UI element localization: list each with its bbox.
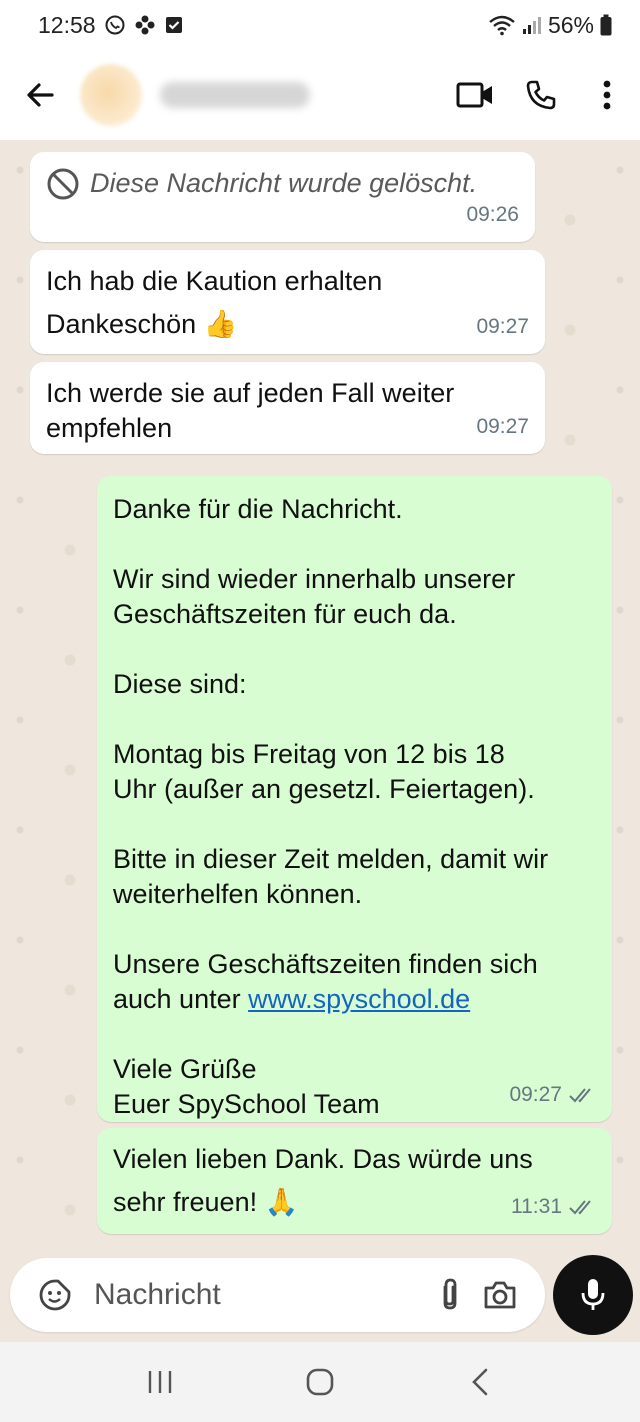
status-time: 12:58 (38, 11, 96, 38)
nav-back-icon (472, 1368, 488, 1396)
message-line: Dankeschön 👍 (46, 309, 238, 339)
double-check-read-icon (569, 1199, 591, 1214)
nav-back-button[interactable] (440, 1342, 520, 1422)
message-time: 09:27 (509, 1077, 596, 1112)
video-call-icon (456, 82, 492, 108)
message-time: 09:27 (476, 315, 529, 338)
battery-percent: 56% (547, 11, 594, 38)
deleted-message-text: Diese Nachricht wurde gelöscht. (90, 168, 478, 198)
message-time: 09:26 (466, 203, 519, 226)
phone-icon (526, 80, 556, 110)
message-line: Ich werde sie auf jeden Fall weiter (46, 378, 455, 408)
voice-call-button[interactable] (508, 50, 574, 140)
video-call-button[interactable] (442, 50, 508, 140)
contact-name-blurred[interactable] (160, 82, 310, 108)
message-line: Montag bis Freitag von 12 bis 18 (113, 739, 505, 769)
status-bar: 12:58 56% (0, 0, 640, 50)
message-incoming[interactable]: Ich hab die Kaution erhalten Dankeschön … (30, 250, 545, 354)
message-line: Ich hab die Kaution erhalten (46, 266, 383, 296)
message-line: Danke für die Nachricht. (113, 494, 403, 524)
message-line-with-link: auch unter www.spyschool.de (113, 982, 596, 1017)
message-incoming-deleted[interactable]: Diese Nachricht wurde gelöscht. 09:26 (30, 152, 535, 242)
whatsapp-notification-icon (105, 15, 125, 35)
message-list[interactable]: Diese Nachricht wurde gelöscht. 09:26 Ic… (0, 140, 640, 1252)
deleted-message-icon (47, 168, 79, 199)
message-line: Unsere Geschäftszeiten finden sich (113, 949, 538, 979)
flower-notification-icon (135, 15, 155, 35)
message-incoming[interactable]: Ich werde sie auf jeden Fall weiter empf… (30, 362, 545, 454)
paperclip-icon (443, 1278, 457, 1310)
message-time: 09:27 (476, 415, 529, 438)
contact-avatar[interactable] (80, 64, 142, 126)
attach-button[interactable] (425, 1258, 475, 1332)
checkbox-notification-icon (165, 17, 182, 33)
voice-message-button[interactable] (553, 1255, 633, 1335)
recent-apps-button[interactable] (120, 1342, 200, 1422)
wifi-icon (489, 15, 515, 36)
message-line: weiterhelfen können. (113, 879, 363, 909)
home-button[interactable] (280, 1342, 360, 1422)
home-icon (306, 1368, 334, 1396)
message-time: 11:31 (511, 1189, 596, 1224)
message-composer: Nachricht (10, 1258, 545, 1332)
message-input[interactable]: Nachricht (94, 1278, 425, 1312)
more-options-button[interactable] (574, 50, 640, 140)
sticker-smiley-icon (39, 1279, 71, 1311)
recent-apps-icon (148, 1371, 172, 1393)
message-line: Wir sind wieder innerhalb unserer (113, 564, 516, 594)
back-arrow-icon (27, 83, 54, 107)
more-options-icon (603, 80, 611, 110)
double-check-read-icon (569, 1087, 591, 1102)
back-button[interactable] (0, 50, 80, 140)
battery-icon (600, 14, 612, 36)
message-line: Diese sind: (113, 669, 247, 699)
message-time-text: 11:31 (511, 1195, 562, 1218)
microphone-icon (581, 1279, 605, 1310)
status-right: 56% (488, 12, 612, 39)
message-line: empfehlen (46, 413, 173, 443)
camera-button[interactable] (475, 1258, 525, 1332)
message-outgoing[interactable]: Vielen lieben Dank. Das würde uns sehr f… (97, 1128, 612, 1234)
system-nav-bar (0, 1342, 640, 1422)
message-line: Vielen lieben Dank. Das würde uns (113, 1144, 533, 1174)
website-link[interactable]: www.spyschool.de (248, 984, 470, 1014)
message-line: Uhr (außer an gesetzl. Feiertagen). (113, 774, 535, 804)
deleted-message-row: Diese Nachricht wurde gelöscht. (46, 166, 519, 201)
message-outgoing[interactable]: Danke für die Nachricht. Wir sind wieder… (97, 476, 612, 1122)
signal-icon (522, 17, 541, 34)
message-time-text: 09:27 (509, 1083, 562, 1106)
camera-icon (484, 1281, 516, 1309)
status-notification-icons (104, 14, 184, 36)
message-text: auch unter (113, 984, 249, 1014)
message-line: Geschäftszeiten für euch da. (113, 599, 457, 629)
sticker-button[interactable] (30, 1258, 80, 1332)
chat-header (0, 50, 640, 140)
message-line: Bitte in dieser Zeit melden, damit wir (113, 844, 549, 874)
